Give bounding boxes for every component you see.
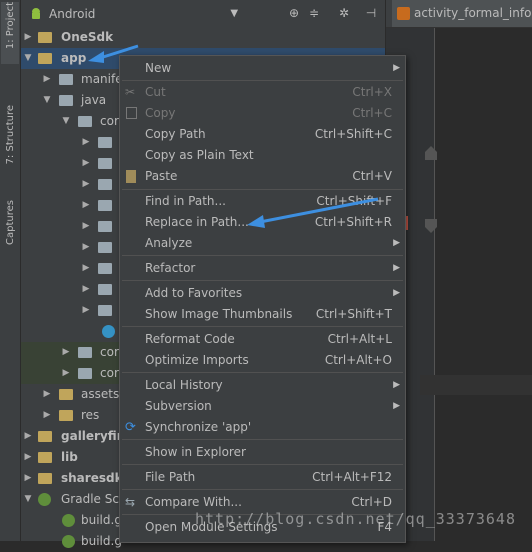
annotation-arrow-to-replace: [259, 197, 379, 224]
annotation-arrow-to-app: [99, 44, 139, 60]
annotation-arrows: [88, 44, 379, 228]
watermark: http://blog.csdn.net/qq_33373648: [195, 510, 516, 528]
annotation-arrowhead: [88, 51, 104, 63]
annotation-arrowhead: [247, 215, 265, 228]
